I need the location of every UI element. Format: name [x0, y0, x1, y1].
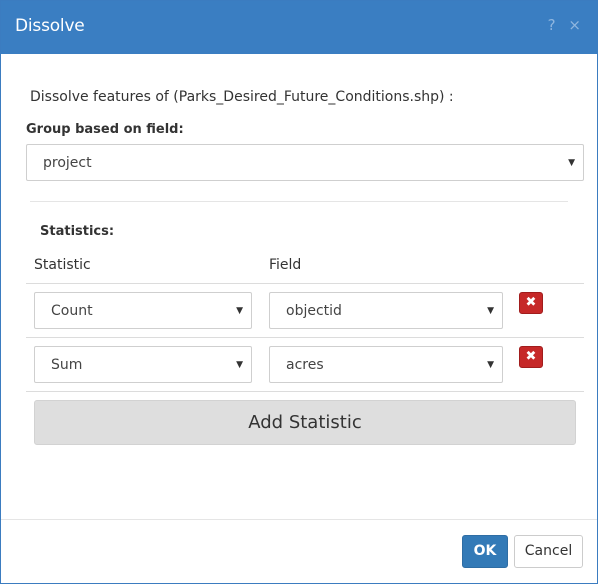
ok-button[interactable]: OK [462, 535, 508, 568]
group-field-select[interactable]: project ▼ [26, 144, 584, 181]
caret-down-icon: ▼ [487, 359, 494, 370]
group-field-value: project [43, 154, 92, 171]
statistics-label: Statistics: [40, 224, 115, 239]
footer-divider [1, 519, 597, 520]
delete-icon: ✖ [525, 349, 537, 364]
statistic-value-2: Sum [51, 356, 83, 373]
field-column-header: Field [269, 257, 302, 273]
caret-down-icon: ▼ [487, 305, 494, 316]
caret-down-icon: ▼ [236, 305, 243, 316]
field-value-1: objectid [286, 302, 342, 319]
section-divider [30, 201, 568, 202]
help-icon[interactable]: ? [548, 16, 556, 34]
row-divider [26, 283, 584, 284]
delete-statistic-button-2[interactable]: ✖ [519, 346, 543, 368]
field-select-1[interactable]: objectid ▼ [269, 292, 503, 329]
titlebar-controls: ? × [540, 16, 581, 34]
statistic-select-2[interactable]: Sum ▼ [34, 346, 252, 383]
dissolve-dialog: Dissolve ? × Dissolve features of (Parks… [0, 0, 598, 584]
add-statistic-button[interactable]: Add Statistic [34, 400, 576, 445]
row-divider [26, 391, 584, 392]
dialog-title: Dissolve [15, 16, 85, 36]
statistic-value-1: Count [51, 302, 93, 319]
caret-down-icon: ▼ [568, 157, 575, 168]
delete-icon: ✖ [525, 295, 537, 310]
dissolve-description: Dissolve features of (Parks_Desired_Futu… [30, 89, 454, 105]
row-divider [26, 337, 584, 338]
caret-down-icon: ▼ [236, 359, 243, 370]
cancel-button[interactable]: Cancel [514, 535, 583, 568]
statistic-select-1[interactable]: Count ▼ [34, 292, 252, 329]
statistic-column-header: Statistic [34, 257, 91, 273]
group-field-label: Group based on field: [26, 122, 184, 137]
dialog-titlebar: Dissolve ? × [1, 1, 597, 54]
close-icon[interactable]: × [568, 16, 581, 34]
field-select-2[interactable]: acres ▼ [269, 346, 503, 383]
field-value-2: acres [286, 356, 324, 373]
delete-statistic-button-1[interactable]: ✖ [519, 292, 543, 314]
